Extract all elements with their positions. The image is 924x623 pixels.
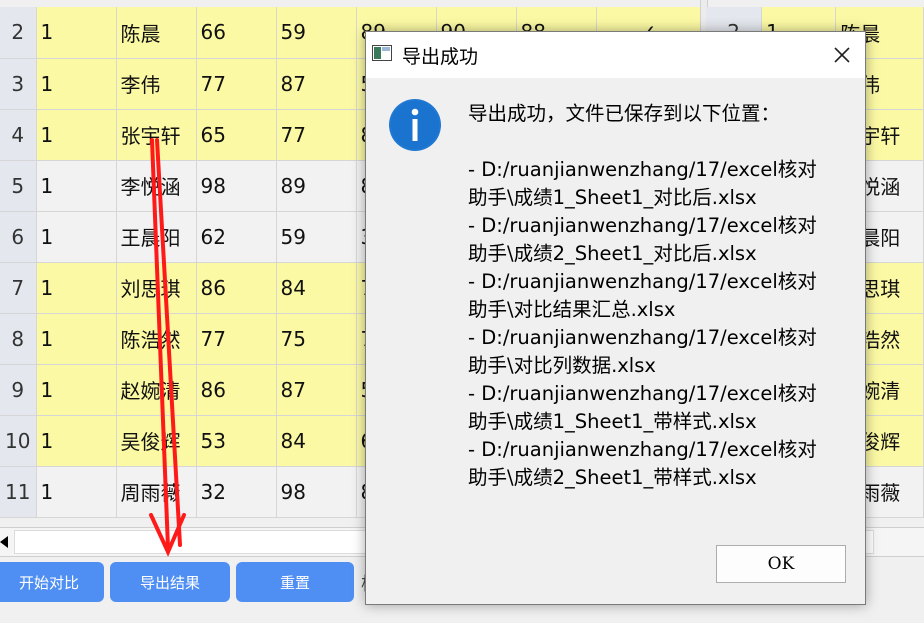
saved-file-path: 助手\成绩2_Sheet1_带样式.xlsx xyxy=(468,466,757,489)
dialog-title: 导出成功 xyxy=(402,46,479,68)
name-cell[interactable]: 李伟 xyxy=(116,58,197,110)
saved-file-path: - D:/ruanjianwenzhang/17/excel核对 xyxy=(468,158,817,181)
score-cell[interactable]: 98 xyxy=(196,160,277,212)
close-icon xyxy=(834,47,850,63)
score-cell[interactable]: 62 xyxy=(196,211,277,263)
score-cell[interactable]: 59 xyxy=(276,211,357,263)
saved-file-path: - D:/ruanjianwenzhang/17/excel核对 xyxy=(468,326,817,349)
score-cell[interactable]: 77 xyxy=(196,313,277,365)
score-cell[interactable]: 53 xyxy=(196,415,277,467)
ok-button[interactable]: OK xyxy=(716,545,846,583)
class-cell[interactable]: 1 xyxy=(36,7,117,59)
dialog-titlebar[interactable]: 导出成功 xyxy=(366,32,865,78)
class-cell[interactable]: 1 xyxy=(36,160,117,212)
saved-file-path: - D:/ruanjianwenzhang/17/excel核对 xyxy=(468,438,817,461)
row-number[interactable]: 7 xyxy=(0,262,37,314)
export-success-dialog: 导出成功 导出成功，文件已保存到以下位置： - D:/ruanjianwenzh… xyxy=(365,31,866,605)
class-cell[interactable]: 1 xyxy=(36,364,117,416)
app-window-icon xyxy=(372,45,392,61)
name-cell[interactable]: 周雨薇 xyxy=(116,466,197,518)
row-number[interactable]: 6 xyxy=(0,211,37,263)
dialog-message: 导出成功，文件已保存到以下位置： - D:/ruanjianwenzhang/1… xyxy=(468,100,848,492)
saved-file-path: 助手\对比列数据.xlsx xyxy=(468,354,656,377)
class-cell[interactable]: 1 xyxy=(36,211,117,263)
dialog-footer: OK xyxy=(366,526,865,604)
row-number[interactable]: 10 xyxy=(0,415,37,467)
name-cell[interactable]: 吴俊辉 xyxy=(116,415,197,467)
row-number[interactable]: 9 xyxy=(0,364,37,416)
reset-button[interactable]: 重置 xyxy=(236,562,354,602)
score-cell[interactable]: 98 xyxy=(276,466,357,518)
class-cell[interactable]: 1 xyxy=(36,58,117,110)
class-cell[interactable]: 1 xyxy=(36,466,117,518)
row-number[interactable]: 4 xyxy=(0,109,37,161)
score-cell[interactable]: 59 xyxy=(276,7,357,59)
name-cell[interactable]: 张宇轩 xyxy=(116,109,197,161)
saved-file-path: - D:/ruanjianwenzhang/17/excel核对 xyxy=(468,214,817,237)
name-cell[interactable]: 陈晨 xyxy=(116,7,197,59)
scroll-left-arrow-icon[interactable] xyxy=(0,536,8,548)
name-cell[interactable]: 刘思琪 xyxy=(116,262,197,314)
score-cell[interactable]: 87 xyxy=(276,58,357,110)
score-cell[interactable]: 87 xyxy=(276,364,357,416)
row-number[interactable]: 8 xyxy=(0,313,37,365)
score-cell[interactable]: 32 xyxy=(196,466,277,518)
saved-file-list: - D:/ruanjianwenzhang/17/excel核对 助手\成绩1_S… xyxy=(468,156,848,492)
close-button[interactable] xyxy=(819,32,865,78)
export-results-button[interactable]: 导出结果 xyxy=(110,562,230,602)
score-cell[interactable]: 89 xyxy=(276,160,357,212)
name-cell[interactable]: 李悦涵 xyxy=(116,160,197,212)
name-cell[interactable]: 陈浩然 xyxy=(116,313,197,365)
saved-file-path: 助手\成绩1_Sheet1_对比后.xlsx xyxy=(468,186,757,209)
score-cell[interactable]: 84 xyxy=(276,415,357,467)
row-number[interactable]: 2 xyxy=(0,7,37,59)
saved-file-path: 助手\对比结果汇总.xlsx xyxy=(468,298,676,321)
class-cell[interactable]: 1 xyxy=(36,313,117,365)
class-cell[interactable]: 1 xyxy=(36,109,117,161)
name-cell[interactable]: 赵婉清 xyxy=(116,364,197,416)
score-cell[interactable]: 66 xyxy=(196,7,277,59)
score-cell[interactable]: 75 xyxy=(276,313,357,365)
message-lead: 导出成功，文件已保存到以下位置： xyxy=(468,102,781,125)
row-number[interactable]: 5 xyxy=(0,160,37,212)
start-compare-button[interactable]: 开始对比 xyxy=(0,562,104,602)
score-cell[interactable]: 86 xyxy=(196,262,277,314)
saved-file-path: - D:/ruanjianwenzhang/17/excel核对 xyxy=(468,382,817,405)
name-cell[interactable]: 王晨阳 xyxy=(116,211,197,263)
dialog-body: 导出成功，文件已保存到以下位置： - D:/ruanjianwenzhang/1… xyxy=(366,78,865,526)
score-cell[interactable]: 86 xyxy=(196,364,277,416)
score-cell[interactable]: 65 xyxy=(196,109,277,161)
score-cell[interactable]: 84 xyxy=(276,262,357,314)
row-number[interactable]: 11 xyxy=(0,466,37,518)
class-cell[interactable]: 1 xyxy=(36,415,117,467)
score-cell[interactable]: 77 xyxy=(196,58,277,110)
saved-file-path: - D:/ruanjianwenzhang/17/excel核对 xyxy=(468,270,817,293)
score-cell[interactable]: 77 xyxy=(276,109,357,161)
saved-file-path: 助手\成绩1_Sheet1_带样式.xlsx xyxy=(468,410,757,433)
saved-file-path: 助手\成绩2_Sheet1_对比后.xlsx xyxy=(468,242,757,265)
row-number[interactable]: 3 xyxy=(0,58,37,110)
class-cell[interactable]: 1 xyxy=(36,262,117,314)
info-icon xyxy=(389,99,441,151)
